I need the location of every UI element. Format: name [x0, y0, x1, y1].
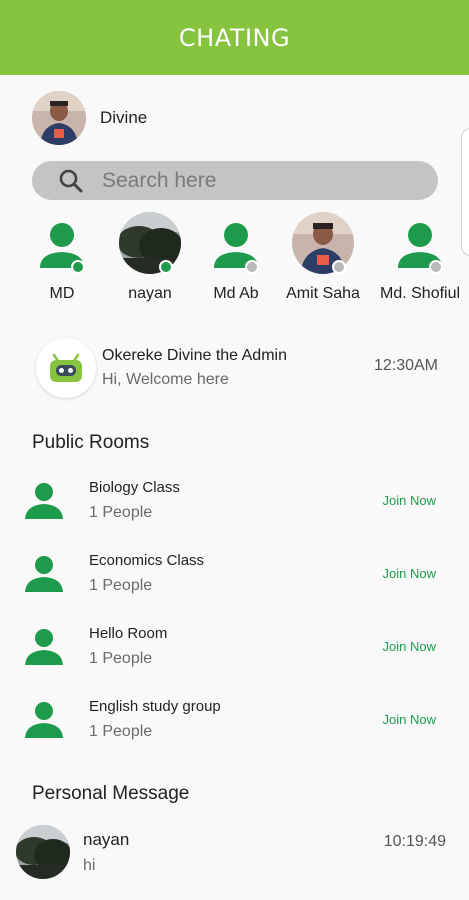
room-name: English study group	[89, 697, 221, 715]
search-input[interactable]	[102, 168, 402, 193]
room-item[interactable]: Hello Room 1 People Join Now	[22, 617, 442, 675]
group-icon	[25, 702, 63, 738]
admin-chat-item[interactable]: Okereke Divine the Admin Hi, Welcome her…	[36, 338, 446, 398]
online-status-dot	[159, 260, 173, 274]
group-icon	[25, 483, 63, 519]
chat-preview: hi	[83, 856, 96, 874]
join-now-button[interactable]: Join Now	[383, 493, 436, 508]
room-member-count: 1 People	[89, 576, 153, 594]
contact-name: Amit Saha	[286, 285, 360, 302]
join-now-button[interactable]: Join Now	[383, 639, 436, 654]
app-title: CHATING	[178, 23, 291, 52]
chat-sender-name: nayan	[83, 829, 130, 849]
offline-status-dot	[245, 260, 259, 274]
current-user[interactable]: Divine	[32, 90, 147, 146]
room-name: Economics Class	[89, 551, 205, 569]
contact-name: Md. Shofiul	[380, 285, 461, 302]
room-member-count: 1 People	[89, 722, 153, 740]
app-bar: CHATING	[0, 0, 469, 75]
group-icon	[25, 629, 63, 665]
user-avatar[interactable]	[32, 91, 86, 145]
personal-message-heading: Personal Message	[32, 783, 190, 804]
room-item[interactable]: Biology Class 1 People Join Now	[22, 471, 442, 529]
offline-status-dot	[429, 260, 443, 274]
chat-title: Okereke Divine the Admin	[102, 347, 287, 364]
join-now-button[interactable]: Join Now	[383, 712, 436, 727]
room-item[interactable]: Economics Class 1 People Join Now	[22, 544, 442, 602]
search-icon	[59, 169, 83, 192]
chat-preview: Hi, Welcome here	[102, 371, 229, 388]
chat-time: 12:30AM	[373, 357, 438, 374]
chat-time: 10:19:49	[383, 833, 446, 850]
public-rooms-heading: Public Rooms	[32, 432, 150, 453]
contact-avatar	[16, 825, 70, 879]
room-member-count: 1 People	[89, 649, 153, 667]
contacts-carousel[interactable]: MD nayan Md Ab Amit Saha Md. Shofiul	[0, 212, 469, 308]
group-icon	[25, 556, 63, 592]
personal-chat-item[interactable]: nayan hi 10:19:49	[16, 822, 446, 882]
room-name: Biology Class	[89, 478, 180, 496]
contact-item[interactable]: Md. Shofiul	[365, 212, 469, 303]
offline-status-dot	[332, 260, 346, 274]
room-item[interactable]: English study group 1 People Join Now	[22, 690, 442, 748]
robot-avatar	[36, 338, 96, 398]
robot-icon	[50, 353, 82, 382]
search-bar[interactable]	[32, 161, 438, 200]
user-name: Divine	[100, 108, 148, 127]
online-status-dot	[71, 260, 85, 274]
room-name: Hello Room	[89, 624, 168, 642]
room-member-count: 1 People	[89, 503, 153, 521]
contact-item[interactable]: Amit Saha	[268, 212, 378, 303]
join-now-button[interactable]: Join Now	[383, 566, 436, 581]
